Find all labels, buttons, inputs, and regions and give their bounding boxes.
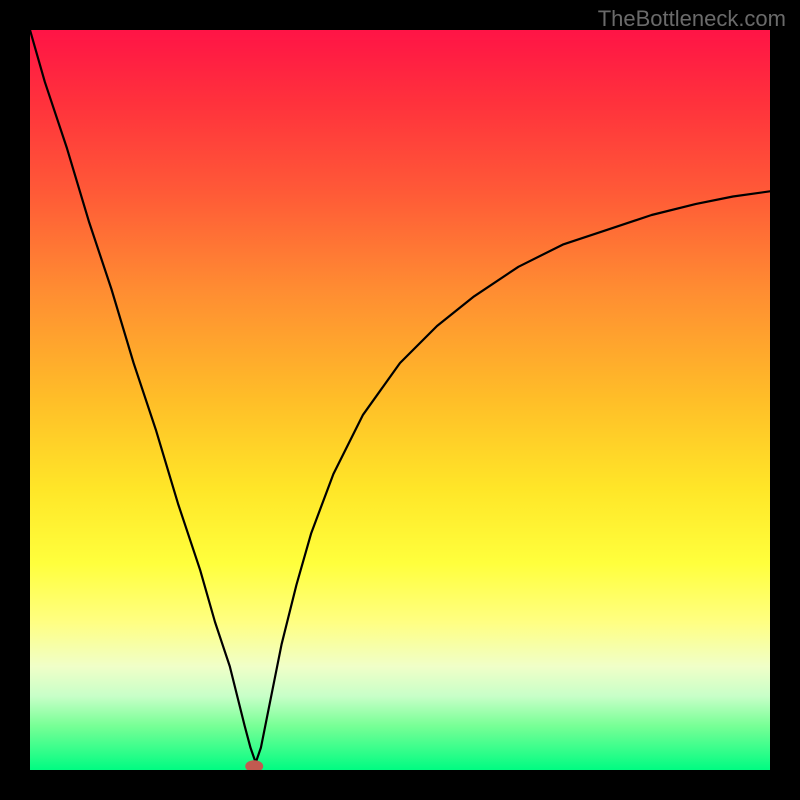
plot-area (30, 30, 770, 770)
chart-frame: TheBottleneck.com (0, 0, 800, 800)
bottleneck-curve (30, 30, 770, 763)
chart-svg (30, 30, 770, 770)
watermark-text: TheBottleneck.com (598, 6, 786, 32)
optimum-marker-icon (245, 760, 263, 770)
